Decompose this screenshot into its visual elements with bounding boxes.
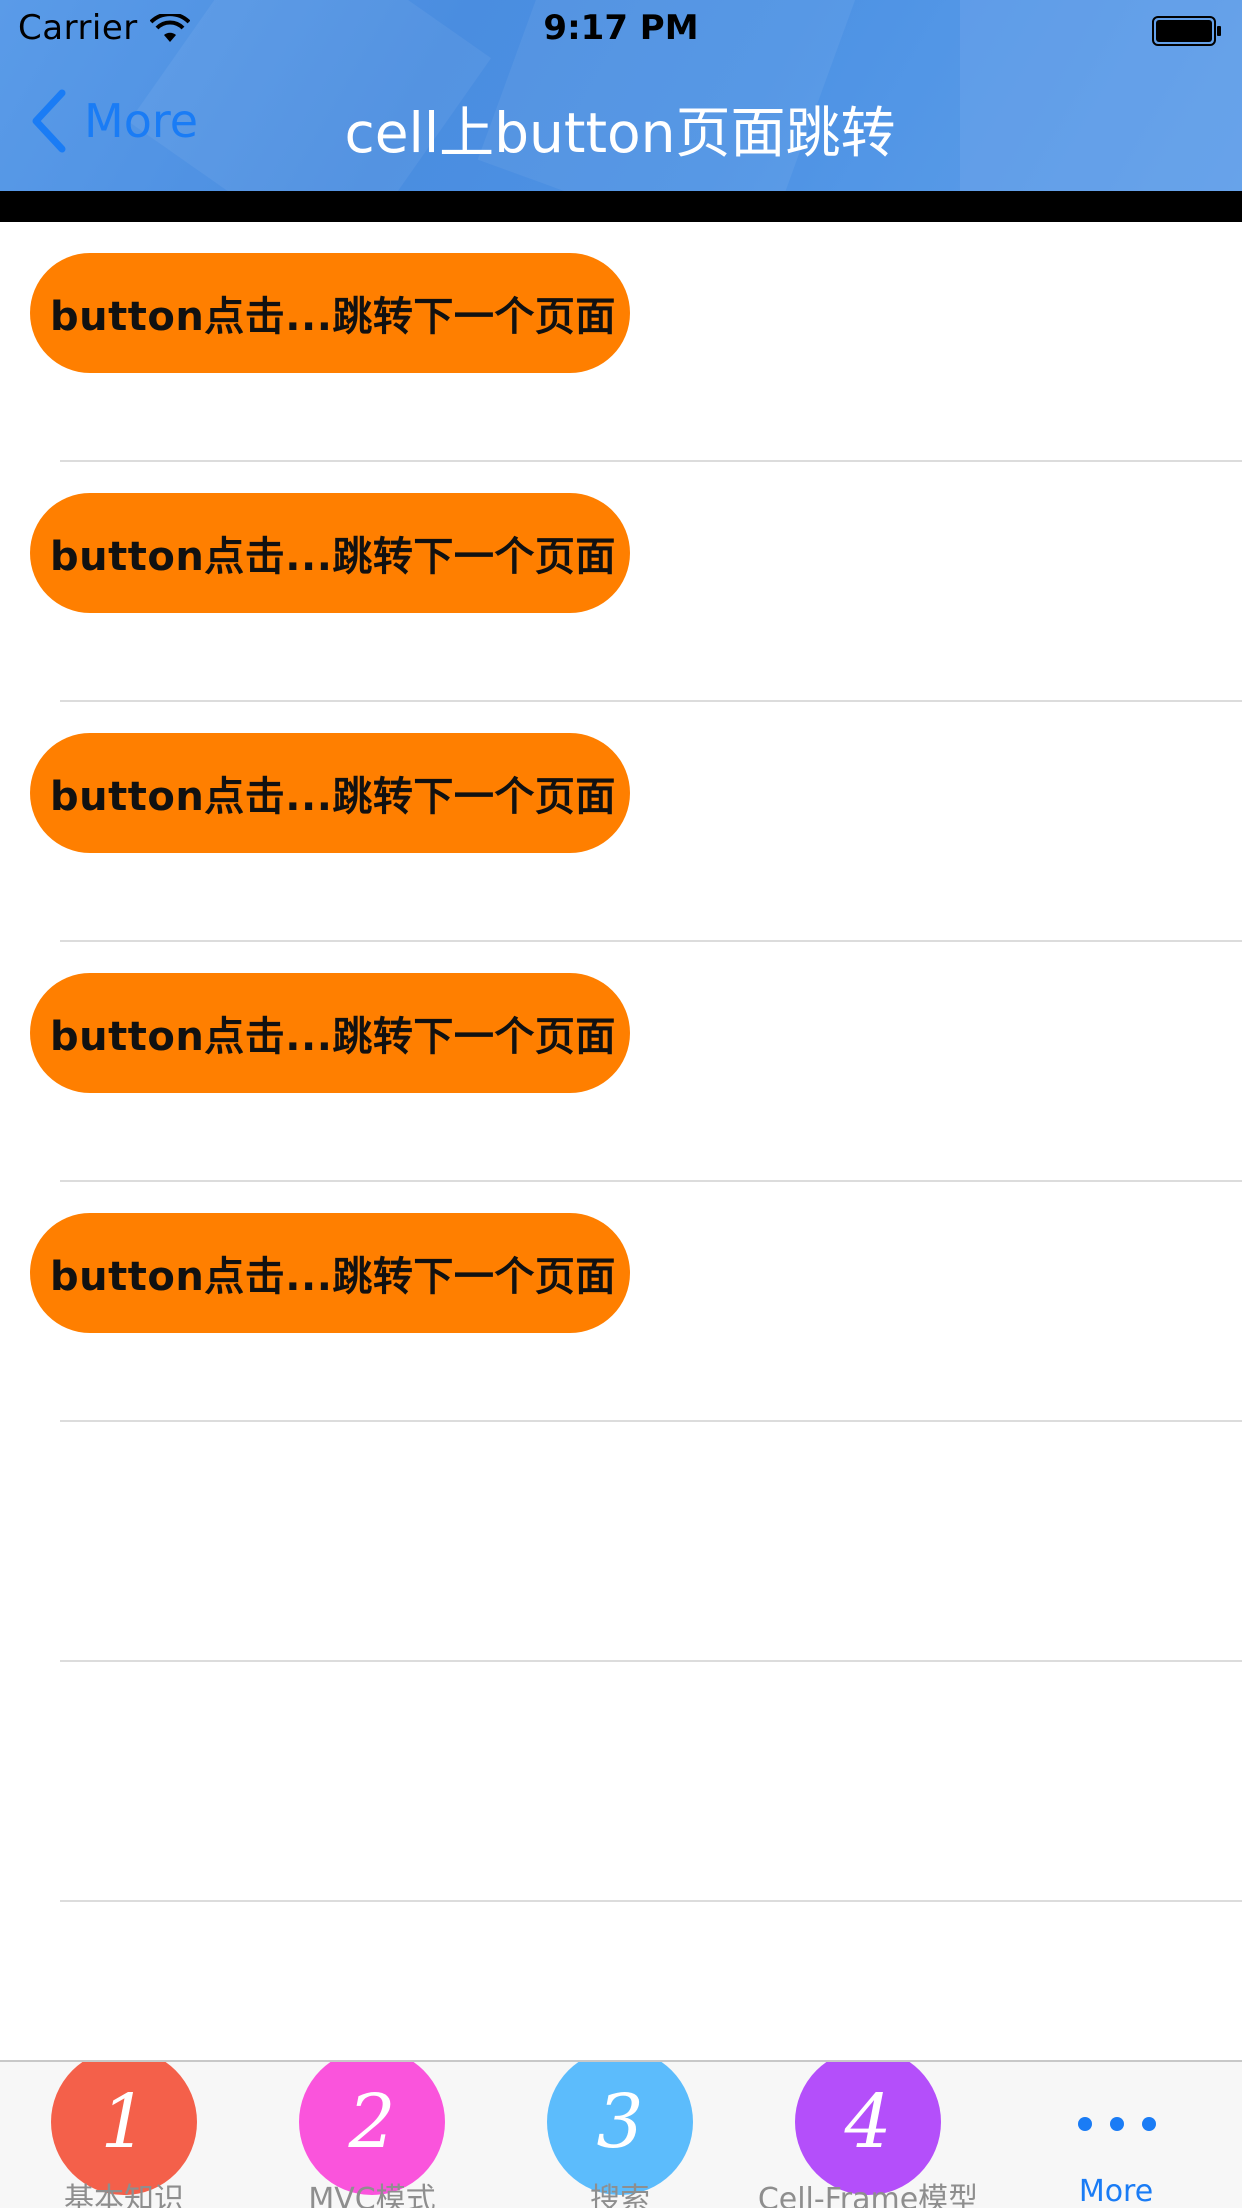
tab-bar: 1 基本知识 2 MVC模式 3 搜索 4 Cell-Frame模型 More bbox=[0, 2060, 1242, 2208]
table-row[interactable]: button点击...跳转下一个页面 bbox=[0, 1182, 1242, 1422]
empty-table-row bbox=[0, 1422, 1242, 1662]
tab-basic-knowledge[interactable]: 1 基本知识 bbox=[0, 2062, 248, 2208]
jump-button[interactable]: button点击...跳转下一个页面 bbox=[30, 253, 630, 373]
tab-cell-frame[interactable]: 4 Cell-Frame模型 bbox=[744, 2062, 992, 2208]
tab-search[interactable]: 3 搜索 bbox=[496, 2062, 744, 2208]
tab-more[interactable]: More bbox=[992, 2062, 1242, 2208]
jump-button[interactable]: button点击...跳转下一个页面 bbox=[30, 1213, 630, 1333]
tab-label: More bbox=[1078, 2174, 1154, 2208]
chevron-left-icon bbox=[32, 89, 66, 153]
tab-label: MVC模式 bbox=[308, 2182, 436, 2208]
battery-icon bbox=[1152, 16, 1221, 46]
table-row[interactable]: button点击...跳转下一个页面 bbox=[0, 462, 1242, 702]
jump-button[interactable]: button点击...跳转下一个页面 bbox=[30, 973, 630, 1093]
tab-label: Cell-Frame模型 bbox=[757, 2182, 979, 2208]
back-button[interactable]: More bbox=[30, 86, 198, 156]
status-bar: Carrier 9:17 PM bbox=[0, 0, 1242, 60]
tab-label: 搜索 bbox=[590, 2182, 650, 2208]
nav-bar: More cell上button页面跳转 bbox=[0, 60, 1242, 191]
more-dots-icon bbox=[1078, 2117, 1156, 2131]
status-time: 9:17 PM bbox=[543, 8, 699, 48]
header-divider bbox=[0, 191, 1242, 222]
jump-button[interactable]: button点击...跳转下一个页面 bbox=[30, 733, 630, 853]
table-row[interactable]: button点击...跳转下一个页面 bbox=[0, 222, 1242, 462]
table-row[interactable]: button点击...跳转下一个页面 bbox=[0, 702, 1242, 942]
page-title: cell上button页面跳转 bbox=[344, 101, 896, 165]
tab-mvc[interactable]: 2 MVC模式 bbox=[248, 2062, 496, 2208]
tab-label: 基本知识 bbox=[64, 2182, 184, 2208]
back-button-label: More bbox=[84, 94, 199, 148]
navigation-header: Carrier 9:17 PM More cell上button页面跳转 bbox=[0, 0, 1242, 191]
table-view[interactable]: button点击...跳转下一个页面 button点击...跳转下一个页面 bu… bbox=[0, 222, 1242, 2142]
empty-table-row bbox=[0, 1662, 1242, 1902]
table-row[interactable]: button点击...跳转下一个页面 bbox=[0, 942, 1242, 1182]
jump-button[interactable]: button点击...跳转下一个页面 bbox=[30, 493, 630, 613]
